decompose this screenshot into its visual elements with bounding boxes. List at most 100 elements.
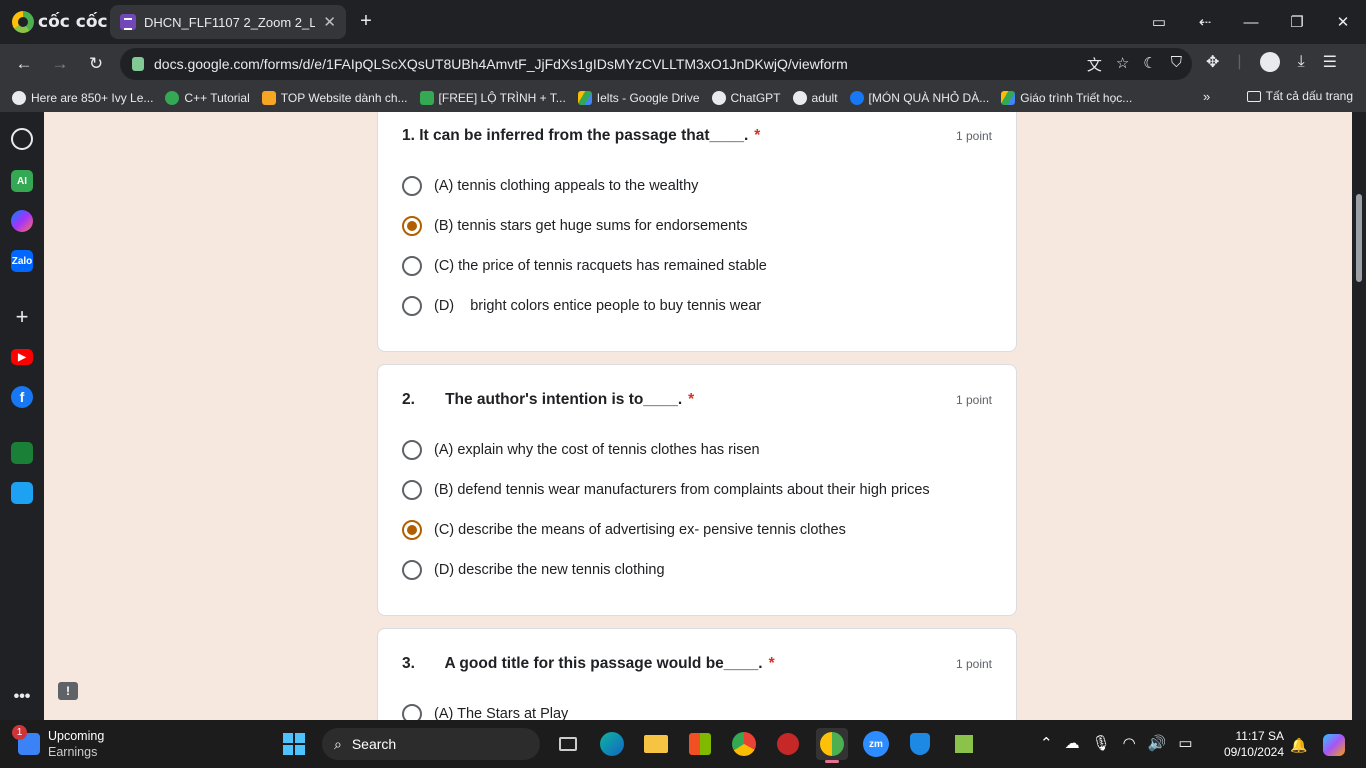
- question-points: 1 point: [955, 129, 992, 143]
- zalo-icon[interactable]: Zalo: [11, 250, 33, 272]
- bookmark-star-icon[interactable]: ☆: [1116, 54, 1129, 75]
- wifi-icon[interactable]: ◠: [1123, 734, 1136, 752]
- bookmark-item[interactable]: Ielts - Google Drive: [577, 91, 700, 105]
- taskbar-search[interactable]: ⌕ Search: [322, 728, 540, 760]
- new-tab-icon[interactable]: +: [356, 10, 376, 33]
- start-button[interactable]: [278, 728, 310, 760]
- chrome-icon[interactable]: [728, 728, 760, 760]
- question-title: 1. It can be inferred from the passage t…: [402, 127, 956, 145]
- option-b[interactable]: (B) defend tennis wear manufacturers fro…: [402, 478, 930, 502]
- option-a[interactable]: (A) explain why the cost of tennis cloth…: [402, 438, 760, 462]
- option-d[interactable]: (D) bright colors entice people to buy t…: [402, 294, 761, 318]
- option-label: (A) explain why the cost of tennis cloth…: [434, 442, 760, 458]
- menu-icon[interactable]: ☰: [1323, 52, 1337, 72]
- coccoc-logo[interactable]: cốc cốc: [12, 10, 108, 34]
- bookmark-item[interactable]: TOP Website dành ch...: [261, 91, 408, 105]
- scrollbar-thumb[interactable]: [1356, 194, 1362, 282]
- translate-icon[interactable]: 文: [1087, 54, 1102, 75]
- radio-button[interactable]: [402, 480, 422, 500]
- all-bookmarks-folder[interactable]: Tất cả dấu trang: [1246, 89, 1353, 103]
- option-a[interactable]: (A) The Stars at Play: [402, 702, 568, 720]
- bookmark-item[interactable]: Here are 850+ Ivy Le...: [12, 91, 153, 105]
- shield-icon[interactable]: ⛉: [1171, 54, 1182, 75]
- notification-bell-icon[interactable]: 🔔: [1290, 737, 1307, 754]
- browser-tab[interactable]: DHCN_FLF1107 2_Zoom 2_LN ✕: [110, 5, 346, 39]
- radio-button-selected[interactable]: [402, 216, 422, 236]
- download-icon[interactable]: ⤓: [1298, 53, 1305, 71]
- option-c[interactable]: (C) describe the means of advertising ex…: [402, 518, 846, 542]
- bookmark-item[interactable]: Giáo trình Triết học...: [1001, 91, 1132, 105]
- bookmark-item[interactable]: [MÓN QUÀ NHỎ DÀ...: [849, 91, 989, 105]
- dark-mode-icon[interactable]: ☾: [1143, 54, 1156, 75]
- bookmark-label: Here are 850+ Ivy Le...: [31, 91, 154, 105]
- zoom-icon[interactable]: zm: [860, 728, 892, 760]
- chevron-up-icon[interactable]: ⌃: [1040, 734, 1053, 752]
- clock[interactable]: 11:17 SA 09/10/2024: [1212, 728, 1284, 760]
- game-icon[interactable]: [772, 728, 804, 760]
- bird-icon[interactable]: [11, 482, 33, 504]
- browser-sidebar: AI Zalo + ▶ f •••: [0, 112, 44, 720]
- radio-button-selected[interactable]: [402, 520, 422, 540]
- radio-button[interactable]: [402, 560, 422, 580]
- edge-icon[interactable]: [596, 728, 628, 760]
- coccoc-taskbar-icon[interactable]: [816, 728, 848, 763]
- browser-toolbar: ← → ↻ docs.google.com/forms/d/e/1FAIpQLS…: [0, 44, 1366, 84]
- close-window-icon[interactable]: ✕: [1320, 0, 1366, 44]
- restore-icon[interactable]: ❐: [1274, 0, 1320, 44]
- defender-icon[interactable]: [904, 728, 936, 760]
- tab-title: DHCN_FLF1107 2_Zoom 2_LN: [144, 14, 316, 30]
- more-icon[interactable]: •••: [11, 686, 33, 708]
- volume-icon[interactable]: 🔊: [1148, 734, 1167, 752]
- more-bookmarks-icon[interactable]: »: [1203, 89, 1210, 104]
- option-a[interactable]: (A) tennis clothing appeals to the wealt…: [402, 174, 698, 198]
- history-icon[interactable]: [11, 128, 33, 150]
- option-d[interactable]: (D) describe the new tennis clothing: [402, 558, 665, 582]
- site-info-icon[interactable]: [132, 57, 144, 71]
- microphone-icon[interactable]: 🎙: [1092, 734, 1111, 752]
- ai-icon[interactable]: AI: [11, 170, 33, 192]
- back-arrow-icon[interactable]: ←: [12, 52, 36, 76]
- bookmark-label: [FREE] LỘ TRÌNH + T...: [438, 91, 566, 105]
- extensions-icon[interactable]: ✥: [1206, 52, 1219, 72]
- facebook-icon[interactable]: f: [11, 386, 33, 408]
- close-tab-icon[interactable]: ✕: [323, 13, 336, 31]
- required-star: *: [754, 127, 761, 144]
- copilot-icon[interactable]: [1323, 734, 1346, 756]
- bookmark-item[interactable]: ChatGPT: [711, 91, 781, 105]
- messenger-icon[interactable]: [11, 210, 33, 232]
- page-scrollbar[interactable]: [1352, 112, 1366, 720]
- screenshot-icon[interactable]: ▭: [1136, 0, 1182, 44]
- radio-button[interactable]: [402, 296, 422, 316]
- option-b[interactable]: (B) tennis stars get huge sums for endor…: [402, 214, 748, 238]
- add-app-icon[interactable]: +: [11, 304, 33, 329]
- app-icon[interactable]: [11, 442, 33, 464]
- feedback-icon[interactable]: !: [58, 682, 78, 700]
- forward-arrow-icon[interactable]: →: [48, 52, 72, 76]
- minimize-icon[interactable]: —: [1228, 0, 1274, 44]
- widget-title: Upcoming: [48, 729, 105, 743]
- bookmark-item[interactable]: C++ Tutorial: [165, 91, 250, 105]
- option-label: (B) tennis stars get huge sums for endor…: [434, 218, 748, 234]
- address-bar[interactable]: docs.google.com/forms/d/e/1FAIpQLScXQsUT…: [120, 48, 1192, 80]
- file-explorer-icon[interactable]: [640, 728, 672, 760]
- radio-button[interactable]: [402, 440, 422, 460]
- option-c[interactable]: (C) the price of tennis racquets has rem…: [402, 254, 767, 278]
- bookmark-item[interactable]: adult: [792, 91, 838, 105]
- cloud-icon[interactable]: ☁: [1065, 734, 1080, 752]
- bookmark-item[interactable]: [FREE] LỘ TRÌNH + T...: [419, 91, 566, 105]
- widgets-button[interactable]: 1 Upcoming Earnings: [12, 725, 105, 760]
- app-icon[interactable]: [948, 728, 980, 760]
- store-icon[interactable]: [684, 728, 716, 760]
- reload-icon[interactable]: ↻: [84, 52, 108, 76]
- option-label: (A) The Stars at Play: [434, 706, 569, 720]
- battery-icon[interactable]: ▭: [1178, 734, 1192, 752]
- radio-button[interactable]: [402, 704, 422, 720]
- radio-button[interactable]: [402, 256, 422, 276]
- question-card-2: 2. The author's intention is to____. * 1 …: [377, 364, 1017, 616]
- back-history-icon[interactable]: ⇠: [1182, 0, 1228, 44]
- profile-avatar[interactable]: [1259, 52, 1280, 72]
- task-view-icon[interactable]: [552, 728, 584, 760]
- radio-button[interactable]: [402, 176, 422, 196]
- window-controls: ▭ ⇠ — ❐ ✕: [1136, 0, 1366, 44]
- youtube-icon[interactable]: ▶: [11, 349, 33, 365]
